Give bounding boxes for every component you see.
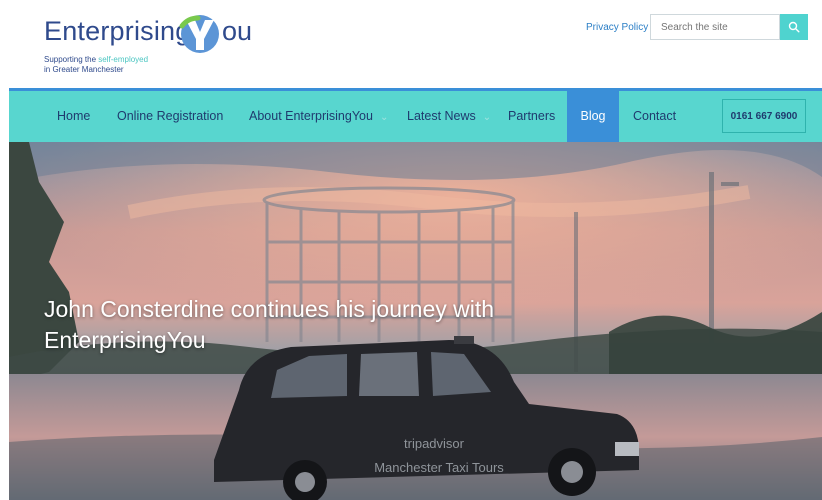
chevron-down-icon: ⌄ <box>379 112 389 123</box>
nav-item-blog[interactable]: Blog <box>567 91 619 142</box>
nav-item-home[interactable]: Home <box>57 91 90 142</box>
search-button[interactable] <box>780 14 808 40</box>
search-icon <box>788 21 800 33</box>
search-input[interactable] <box>651 15 779 39</box>
hero-title[interactable]: John Consterdine continues his journey w… <box>44 294 604 356</box>
nav-item-latest-news[interactable]: Latest News ⌄ <box>407 91 491 142</box>
search-box <box>650 14 780 40</box>
nav-item-contact[interactable]: Contact <box>633 91 676 142</box>
nav-item-about[interactable]: About EnterprisingYou ⌄ <box>249 91 388 142</box>
taxi-sign-line1: tripadvisor <box>404 436 465 451</box>
chevron-down-icon: ⌄ <box>482 112 492 123</box>
privacy-policy-link[interactable]: Privacy Policy <box>586 22 648 33</box>
logo-tagline-2: in Greater Manchester <box>44 65 124 74</box>
nav-item-online-registration[interactable]: Online Registration <box>117 91 223 142</box>
logo-tagline: Supporting the self-employed <box>44 55 149 64</box>
logo-word: Enterprising <box>44 16 191 46</box>
site-header: Enterprising ou Supporting the self-empl… <box>0 0 822 88</box>
hero-banner: tripadvisor Manchester Taxi Tours John C… <box>9 142 822 500</box>
phone-button[interactable]: 0161 667 6900 <box>722 99 806 133</box>
logo-y-icon <box>179 15 219 53</box>
logo-ou: ou <box>222 16 253 46</box>
main-nav: Home Online Registration About Enterpris… <box>9 91 822 142</box>
nav-item-partners[interactable]: Partners <box>508 91 555 142</box>
taxi-sign-line2: Manchester Taxi Tours <box>374 460 504 475</box>
